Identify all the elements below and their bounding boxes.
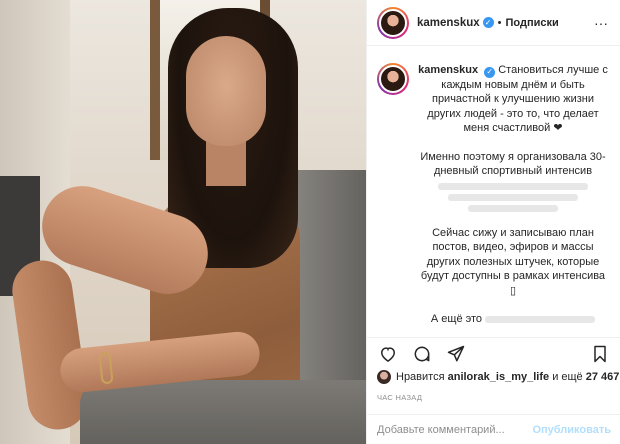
liker-avatar[interactable] <box>377 370 391 384</box>
verified-badge-icon: ✓ <box>482 17 494 28</box>
comment-input[interactable] <box>377 423 533 436</box>
caption-blurred-text <box>468 204 558 212</box>
photo-face <box>186 36 266 146</box>
caption-blurred-text <box>485 315 596 323</box>
post-timestamp[interactable]: час назад <box>377 393 422 402</box>
author-username[interactable]: kamenskux <box>417 17 480 29</box>
separator-dot: • <box>497 16 502 29</box>
post-actions <box>367 337 620 369</box>
post-photo[interactable] <box>0 0 366 444</box>
verified-badge-icon: ✓ <box>484 66 496 78</box>
post-header: kamenskux ✓ • Подписки ··· <box>367 0 620 46</box>
caption-username[interactable]: kamenskux <box>418 64 478 76</box>
caption-line-4: А ещё это <box>417 312 609 327</box>
more-options-icon[interactable]: ··· <box>594 15 608 31</box>
photo-sofa-arm <box>80 380 366 444</box>
save-bookmark-icon[interactable] <box>589 343 611 365</box>
post-side-panel: kamenskux ✓ • Подписки ··· kamenskux ✓ С… <box>366 0 620 444</box>
comment-bar: Опубликовать <box>367 414 620 444</box>
likes-middle: и ещё <box>552 371 583 383</box>
caption-blurred-text <box>448 193 578 201</box>
comment-icon[interactable] <box>411 343 433 365</box>
post-caption: kamenskux ✓ Становиться лучше с каждым н… <box>367 47 620 337</box>
caption-blurred-text <box>438 182 588 190</box>
author-avatar[interactable] <box>377 6 409 39</box>
caption-avatar[interactable] <box>377 63 409 95</box>
likes-prefix: Нравится <box>396 371 445 383</box>
caption-text: kamenskux ✓ Становиться лучше с каждым н… <box>417 63 609 337</box>
like-heart-icon[interactable] <box>377 343 399 365</box>
likes-count[interactable]: 27 467 <box>586 371 620 383</box>
share-icon[interactable] <box>445 343 467 365</box>
caption-line-3: Сейчас сижу и записываю план постов, вид… <box>420 226 606 297</box>
liker-username[interactable]: anilorak_is_my_life <box>448 371 550 383</box>
caption-line-2: Именно поэтому я организовала 30-дневный… <box>420 150 606 178</box>
likes-line: Нравится anilorak_is_my_life и ещё 27 46… <box>377 369 619 385</box>
publish-button[interactable]: Опубликовать <box>532 424 611 436</box>
following-button[interactable]: Подписки <box>506 17 559 29</box>
